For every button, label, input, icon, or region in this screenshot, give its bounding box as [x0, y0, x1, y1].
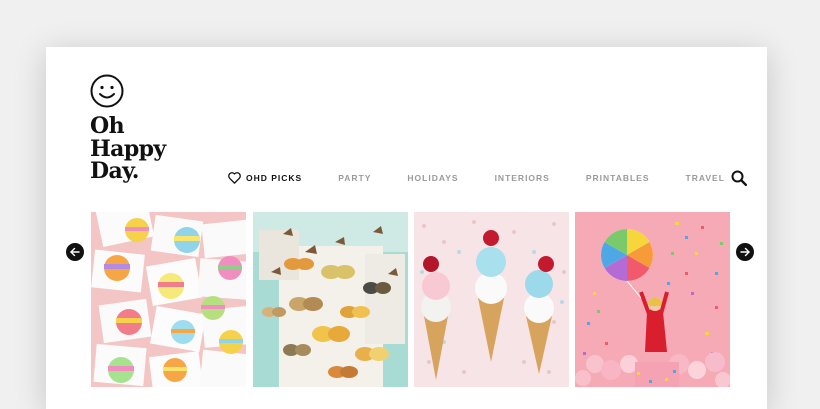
nav-item-label: TRAVEL: [685, 173, 725, 183]
arrow-right-icon: [740, 247, 750, 257]
butterflies-image: [253, 212, 408, 387]
smiley-icon[interactable]: [90, 74, 124, 108]
ice-cream-image: [414, 212, 569, 387]
site-logo[interactable]: Oh Happy Day.: [90, 115, 166, 183]
search-icon[interactable]: [731, 170, 747, 186]
nav-item-interiors[interactable]: INTERIORS: [495, 173, 550, 183]
logo-line: Happy: [90, 135, 166, 162]
nav-item-label: OHD PICKS: [246, 173, 303, 183]
nav-item-label: HOLIDAYS: [407, 173, 459, 183]
arrow-left-icon: [70, 247, 80, 257]
logo-line: Day.: [90, 158, 139, 184]
carousel-prev-button[interactable]: [66, 243, 84, 261]
main-nav: OHD PICKS PARTY HOLIDAYS INTERIORS PRINT…: [228, 171, 725, 185]
rainbow-balloon-image: [575, 212, 730, 387]
nav-item-label: PARTY: [338, 173, 372, 183]
carousel-tile-ice-cream[interactable]: [414, 212, 569, 387]
carousel-tile-rainbow-cards[interactable]: [91, 212, 246, 387]
carousel-tile-butterflies[interactable]: [253, 212, 408, 387]
logo-line: Oh: [90, 113, 125, 139]
page-card: Oh Happy Day. OHD PICKS PARTY HOLIDAYS I…: [46, 47, 767, 409]
carousel-tile-rainbow-balloon[interactable]: [575, 212, 730, 387]
nav-item-label: PRINTABLES: [585, 173, 650, 183]
nav-item-printables[interactable]: PRINTABLES: [586, 173, 650, 183]
nav-item-ohd-picks[interactable]: OHD PICKS: [228, 172, 302, 184]
nav-item-holidays[interactable]: HOLIDAYS: [407, 173, 458, 183]
carousel-next-button[interactable]: [736, 243, 754, 261]
rainbow-cards-image: [91, 212, 246, 387]
nav-item-label: INTERIORS: [494, 173, 550, 183]
nav-item-travel[interactable]: TRAVEL: [686, 173, 725, 183]
nav-item-party[interactable]: PARTY: [338, 173, 371, 183]
heart-icon: [228, 172, 241, 184]
